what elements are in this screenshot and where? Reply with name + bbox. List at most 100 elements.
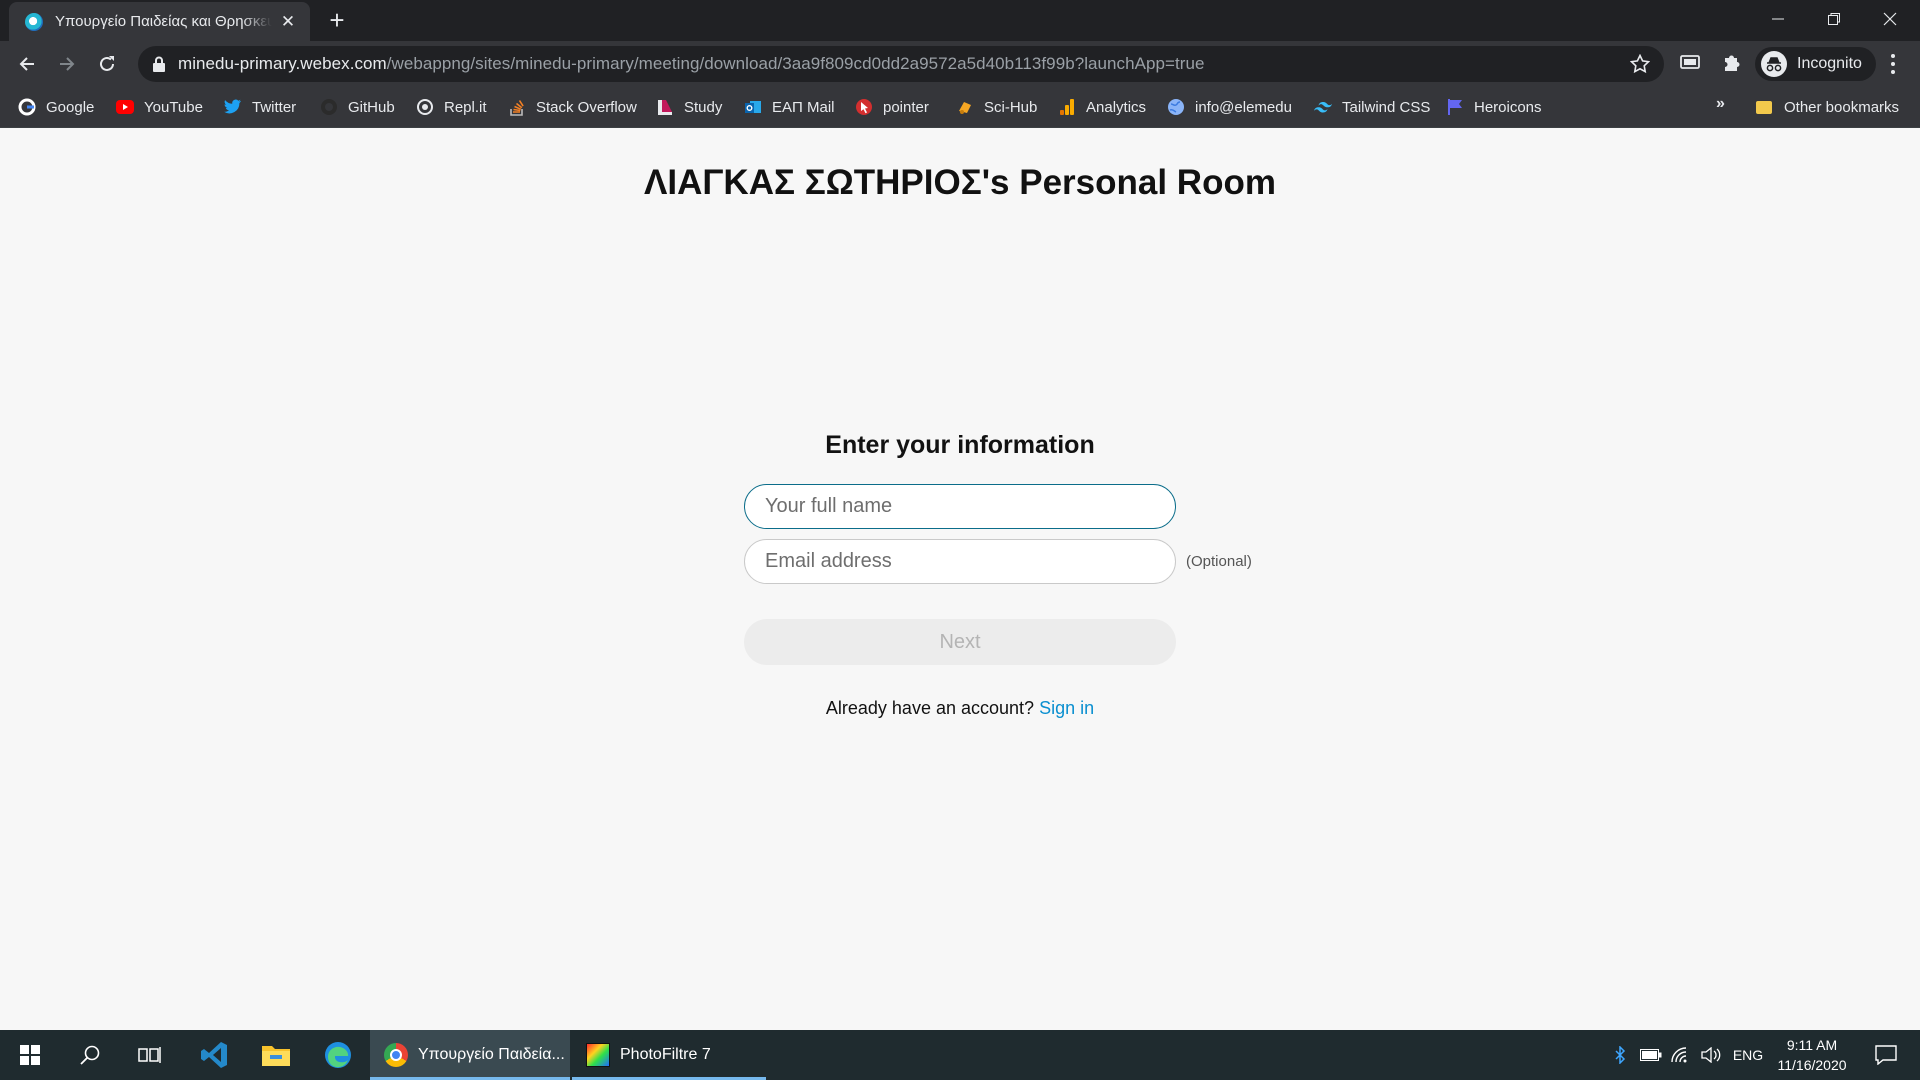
webex-join-page: ΛΙΑΓΚΑΣ ΣΩΤΗΡΙΟΣ's Personal Room Enter y… (0, 129, 1920, 1029)
bookmarks-overflow-button[interactable]: » (1716, 95, 1725, 113)
restore-icon (1828, 13, 1840, 25)
task-view-button[interactable] (120, 1030, 180, 1080)
windows-logo-icon (20, 1045, 40, 1065)
taskbar-clock[interactable]: 9:11 AM 11/16/2020 (1772, 1035, 1852, 1075)
clock-time: 9:11 AM (1786, 1037, 1838, 1053)
taskbar-search-button[interactable] (60, 1030, 120, 1080)
bookmark-stackoverflow[interactable]: Stack Overflow (508, 95, 637, 119)
search-icon (80, 1045, 100, 1065)
minimize-icon (1772, 18, 1784, 20)
bookmark-youtube[interactable]: YouTube (116, 95, 203, 119)
browser-menu-button[interactable] (1880, 50, 1906, 78)
sign-in-link[interactable]: Sign in (1039, 698, 1094, 718)
volume-tray-icon[interactable] (1696, 1030, 1726, 1080)
taskbar-photofiltre-window[interactable]: PhotoFiltre 7 (572, 1030, 766, 1080)
taskbar-chrome-window[interactable]: Υπουργείο Παιδεία... (370, 1030, 570, 1080)
taskbar-edge[interactable] (308, 1030, 368, 1080)
taskbar-vscode[interactable] (184, 1030, 244, 1080)
edge-icon (325, 1042, 351, 1068)
reload-icon (100, 56, 114, 71)
form-heading: Enter your information (825, 431, 1095, 459)
new-tab-button[interactable]: + (323, 6, 351, 34)
browser-toolbar: minedu-primary.webex.com/webappng/sites/… (0, 41, 1920, 87)
bookmark-star-icon[interactable] (1630, 54, 1650, 74)
bookmark-twitter[interactable]: Twitter (224, 95, 296, 119)
arrow-left-icon (19, 57, 34, 71)
vscode-icon (201, 1042, 227, 1068)
bookmark-scihub[interactable]: Sci-Hub (956, 95, 1037, 119)
tab-title: Υπουργείο Παιδείας και Θρησκευμάτων (55, 13, 272, 30)
twitter-icon (224, 98, 242, 116)
address-bar[interactable]: minedu-primary.webex.com/webappng/sites/… (138, 46, 1664, 82)
optional-label: (Optional) (1186, 553, 1252, 570)
bookmarks-bar: Google YouTube Twitter GitHub Repl.it St… (0, 87, 1920, 128)
analytics-icon (1058, 98, 1076, 116)
outlook-icon (744, 98, 762, 116)
globe-icon (1167, 98, 1185, 116)
tailwind-icon (1314, 98, 1332, 116)
incognito-icon (1761, 51, 1787, 77)
close-window-button[interactable] (1862, 0, 1918, 38)
bookmark-tailwind[interactable]: Tailwind CSS (1314, 95, 1430, 119)
taskbar-file-explorer[interactable] (246, 1030, 306, 1080)
github-icon (320, 98, 338, 116)
url-text: minedu-primary.webex.com/webappng/sites/… (178, 54, 1205, 73)
battery-icon (1640, 1049, 1662, 1061)
bookmark-analytics[interactable]: Analytics (1058, 95, 1146, 119)
arrow-right-icon (60, 57, 75, 71)
email-field[interactable] (744, 539, 1176, 584)
bookmark-google[interactable]: Google (18, 95, 94, 119)
folder-icon (262, 1046, 290, 1066)
minimize-window-button[interactable] (1750, 0, 1806, 38)
full-name-input[interactable] (744, 484, 1176, 529)
profile-label: Incognito (1797, 55, 1862, 72)
folder-icon (1756, 100, 1772, 114)
speaker-icon (1701, 1047, 1721, 1063)
back-button[interactable] (10, 47, 44, 81)
bookmark-pointer[interactable]: pointer (855, 95, 929, 119)
bookmark-eap-mail[interactable]: ΕΑΠ Mail (744, 95, 835, 119)
forward-button[interactable] (50, 47, 84, 81)
clock-date: 11/16/2020 (1777, 1057, 1847, 1073)
input-language-indicator[interactable]: ENG (1730, 1030, 1766, 1080)
incognito-profile-button[interactable]: Incognito (1755, 47, 1876, 81)
browser-tab[interactable]: Υπουργείο Παιδείας και Θρησκευμάτων ✕ (9, 2, 310, 41)
windows-taskbar: Υπουργείο Παιδεία... PhotoFiltre 7 ENG 9… (0, 1030, 1920, 1080)
restore-window-button[interactable] (1806, 0, 1862, 38)
heroicons-icon (1446, 98, 1464, 116)
wifi-icon (1671, 1047, 1687, 1063)
next-button[interactable]: Next (744, 619, 1176, 665)
bookmark-heroicons[interactable]: Heroicons (1446, 95, 1542, 119)
google-icon (18, 98, 36, 116)
page-title: ΛΙΑΓΚΑΣ ΣΩΤΗΡΙΟΣ's Personal Room (644, 163, 1276, 202)
scihub-icon (956, 98, 974, 116)
other-bookmarks-folder[interactable]: Other bookmarks (1756, 95, 1899, 119)
battery-tray-icon[interactable] (1636, 1030, 1666, 1080)
notification-icon (1875, 1045, 1897, 1065)
stackoverflow-icon (508, 98, 526, 116)
extensions-puzzle-icon[interactable] (1720, 52, 1742, 74)
bookmark-study[interactable]: Study (656, 95, 722, 119)
bookmark-replit[interactable]: Repl.it (416, 95, 487, 119)
reload-button[interactable] (90, 47, 124, 81)
chrome-icon (384, 1043, 408, 1067)
close-tab-icon[interactable]: ✕ (278, 12, 298, 32)
signin-prompt: Already have an account? (825, 698, 1035, 718)
photofiltre-icon (586, 1043, 610, 1067)
action-center-button[interactable] (1862, 1030, 1910, 1080)
signin-row: Already have an account? Sign in (0, 698, 1920, 719)
task-view-icon (138, 1047, 161, 1063)
bookmark-github[interactable]: GitHub (320, 95, 395, 119)
webex-icon (25, 12, 43, 31)
tab-strip: Υπουργείο Παιδείας και Θρησκευμάτων ✕ + (0, 0, 1920, 41)
start-button[interactable] (0, 1030, 60, 1080)
bluetooth-tray-icon[interactable] (1608, 1030, 1632, 1080)
cast-icon[interactable] (1679, 52, 1701, 74)
wifi-tray-icon[interactable] (1666, 1030, 1696, 1080)
bookmark-info-elemedu[interactable]: info@elemedu (1167, 95, 1292, 119)
lock-icon[interactable] (152, 56, 166, 72)
study-icon (656, 98, 674, 116)
close-icon (1883, 12, 1897, 26)
replit-icon (416, 98, 434, 116)
pointer-icon (855, 98, 873, 116)
